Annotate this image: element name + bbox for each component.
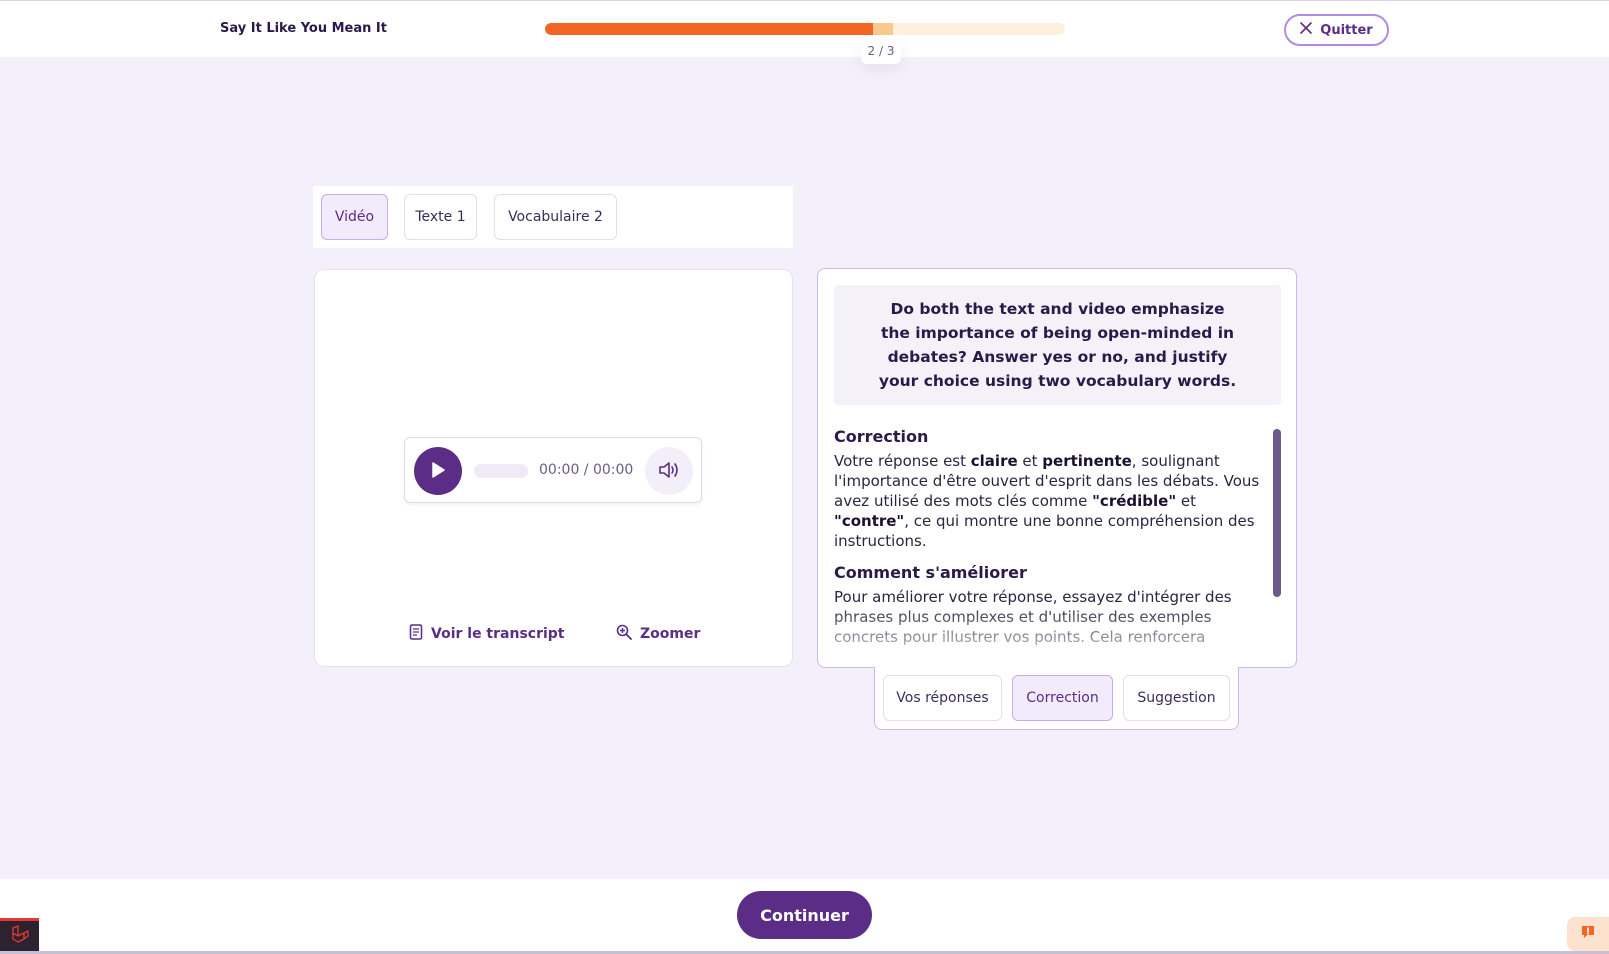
feedback-content[interactable]: Correction Votre réponse est claire et p… xyxy=(834,427,1274,655)
progress-fill xyxy=(545,23,873,35)
alert-icon xyxy=(1580,924,1596,944)
zoom-label: Zoomer xyxy=(640,626,701,642)
tab-vos-reponses[interactable]: Vos réponses xyxy=(883,675,1002,721)
improve-section: Comment s'améliorer Pour améliorer votre… xyxy=(834,563,1274,647)
zoom-in-icon xyxy=(616,624,632,644)
zoom-button[interactable]: Zoomer xyxy=(616,622,700,646)
document-icon xyxy=(409,624,423,644)
close-icon xyxy=(1300,22,1313,38)
footer-bar: Continuer xyxy=(0,879,1609,954)
laravel-logo-icon xyxy=(10,924,30,948)
audio-player: 00:00 / 00:00 xyxy=(404,437,702,503)
quit-button[interactable]: Quitter xyxy=(1284,14,1389,46)
media-panel: 00:00 / 00:00 Voir le transcript Zoomer xyxy=(314,269,793,667)
report-issue-button[interactable] xyxy=(1567,917,1609,951)
tab-video[interactable]: Vidéo xyxy=(321,194,388,240)
top-bar: Say It Like You Mean It 2 / 3 Quitter xyxy=(0,0,1609,64)
tab-correction[interactable]: Correction xyxy=(1012,675,1113,721)
progress-counter: 2 / 3 xyxy=(861,40,901,64)
correction-text: Votre réponse est claire et pertinente, … xyxy=(834,452,1260,550)
progress-bar xyxy=(545,23,1065,35)
question-panel: Do both the text and video emphasize the… xyxy=(817,268,1297,668)
question-text: Do both the text and video emphasize the… xyxy=(834,285,1281,405)
quit-label: Quitter xyxy=(1320,22,1373,38)
seek-bar[interactable] xyxy=(474,464,528,478)
improve-text: Pour améliorer votre réponse, essayez d'… xyxy=(834,588,1232,646)
volume-icon xyxy=(657,459,681,484)
tab-texte-1[interactable]: Texte 1 xyxy=(404,194,477,240)
correction-section: Correction Votre réponse est claire et p… xyxy=(834,427,1274,551)
debug-toolbar-button[interactable] xyxy=(0,918,39,951)
tab-suggestion[interactable]: Suggestion xyxy=(1123,675,1230,721)
time-readout: 00:00 / 00:00 xyxy=(539,462,634,478)
transcript-label: Voir le transcript xyxy=(431,626,565,642)
transcript-button[interactable]: Voir le transcript xyxy=(409,622,565,646)
tab-vocabulaire-2[interactable]: Vocabulaire 2 xyxy=(494,194,617,240)
volume-button[interactable] xyxy=(645,447,693,495)
improve-heading: Comment s'améliorer xyxy=(834,563,1027,582)
continue-button[interactable]: Continuer xyxy=(737,891,872,939)
play-button[interactable] xyxy=(414,447,462,495)
feedback-scrollbar[interactable] xyxy=(1273,429,1281,597)
lesson-title: Say It Like You Mean It xyxy=(220,21,387,36)
correction-heading: Correction xyxy=(834,427,929,446)
progress-marker xyxy=(872,23,893,35)
play-icon xyxy=(429,460,447,483)
resource-tabs: Vidéo Texte 1 Vocabulaire 2 xyxy=(313,186,793,248)
answer-tabs: Vos réponses Correction Suggestion xyxy=(874,667,1239,730)
